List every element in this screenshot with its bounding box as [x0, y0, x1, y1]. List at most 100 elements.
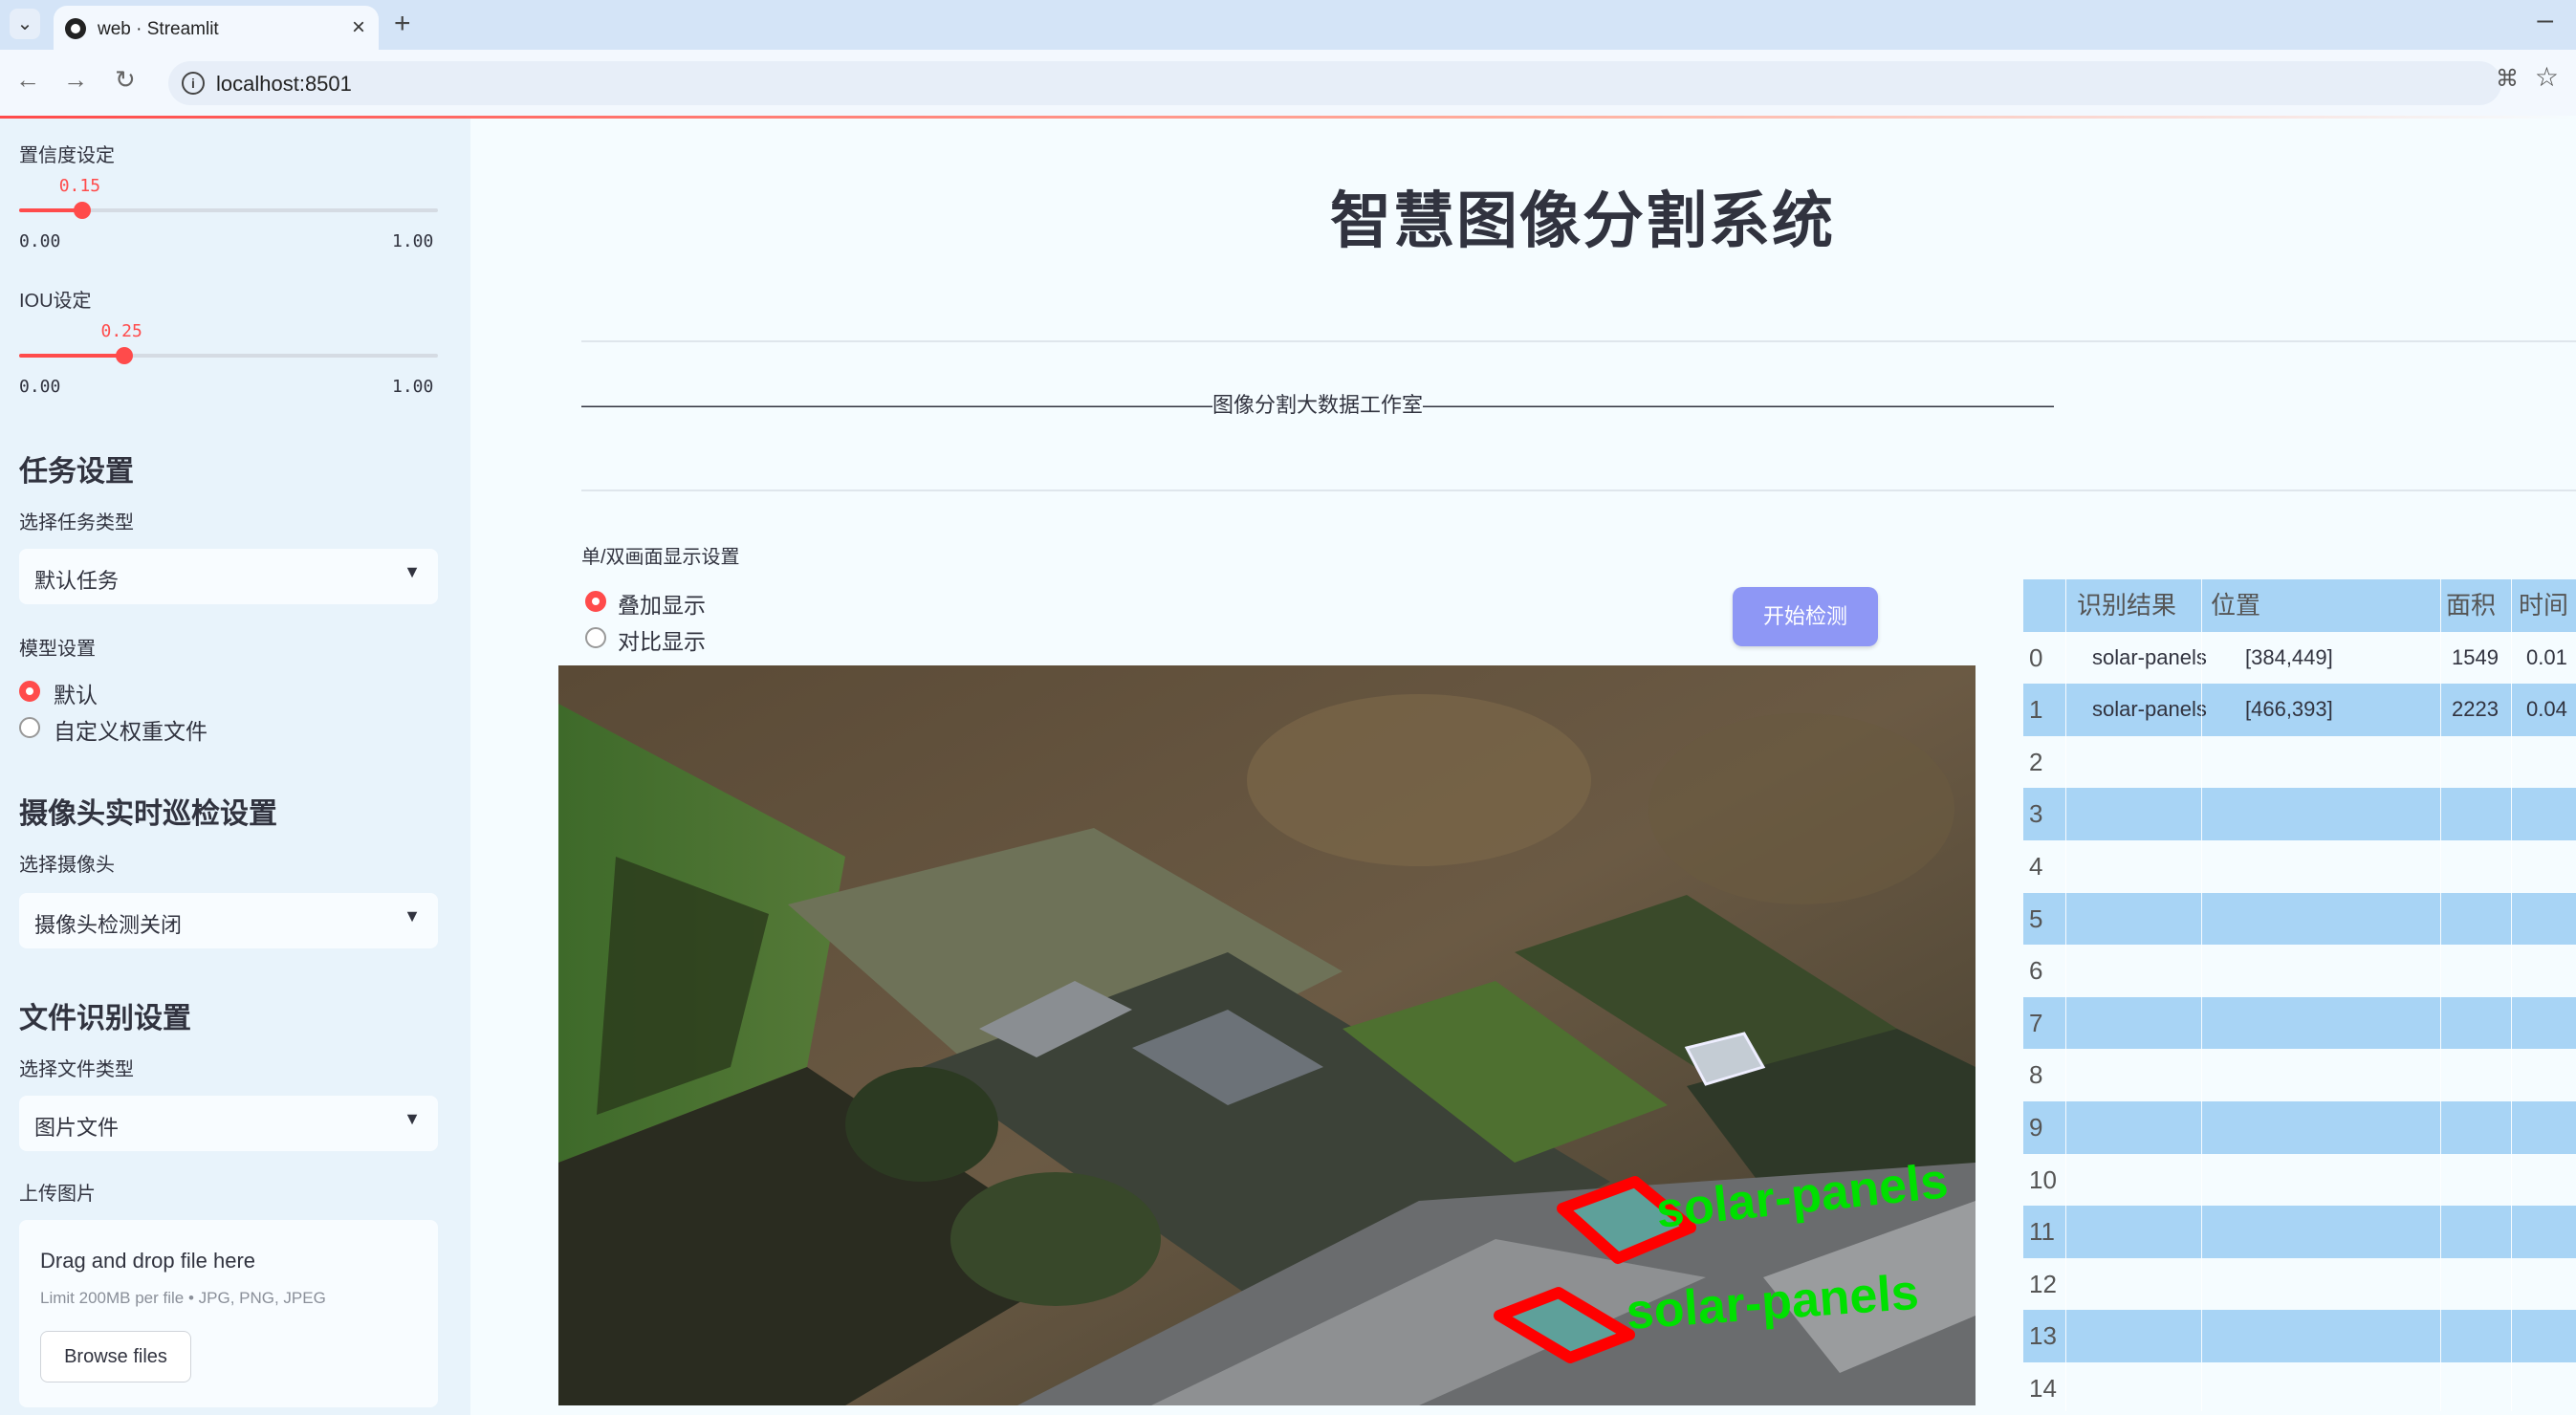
upload-limit: Limit 200MB per file • JPG, PNG, JPEG	[40, 1289, 326, 1307]
chevron-down-icon: ▼	[404, 1109, 421, 1128]
address-bar: ← → ↻ i localhost:8501 ⌘ ☆	[0, 50, 2576, 117]
file-type-select[interactable]: 图片文件 ▼	[19, 1096, 438, 1151]
file-type-value: 图片文件	[34, 1116, 120, 1140]
camera-heading: 摄像头实时巡检设置	[19, 798, 277, 830]
bookmark-star-icon[interactable]: ☆	[2535, 61, 2559, 93]
url-text[interactable]: localhost:8501	[216, 72, 352, 97]
row-index: 3	[2029, 799, 2043, 829]
cell-area: 1549	[2452, 644, 2499, 669]
table-row[interactable]: 13	[2023, 1310, 2576, 1362]
confidence-value: 0.15	[58, 176, 101, 196]
iou-value: 0.25	[100, 321, 142, 341]
results-table[interactable]: 识别结果 位置 面积 时间 0 solar-panels [384,449] 1549 0.01…	[2023, 579, 2576, 1411]
task-heading: 任务设置	[19, 456, 134, 488]
confidence-slider-thumb[interactable]	[73, 202, 91, 219]
tree	[1247, 694, 1591, 866]
confidence-slider[interactable]	[19, 202, 438, 219]
iou-slider-fill	[19, 354, 124, 358]
studio-banner: ——————————————————————————————图像分割大数据工作室…	[581, 393, 2055, 417]
display-option-compare[interactable]: 对比显示	[618, 623, 706, 656]
url-field[interactable]: i localhost:8501	[168, 61, 2501, 105]
confidence-label: 置信度设定	[19, 145, 115, 166]
new-tab-plus-icon[interactable]: +	[394, 8, 411, 40]
table-row[interactable]: 14	[2023, 1362, 2576, 1411]
confidence-max: 1.00	[392, 231, 434, 251]
iou-label: IOU设定	[19, 291, 92, 312]
tab-search-chevron-icon[interactable]: ⌄	[10, 9, 40, 39]
detection-result-image: solar-panels solar-panels	[558, 665, 1976, 1405]
browse-files-button[interactable]: Browse files	[40, 1331, 191, 1382]
column-divider	[2065, 579, 2066, 1411]
back-arrow-icon[interactable]: ←	[15, 65, 40, 95]
row-index: 5	[2029, 903, 2043, 933]
model-option-default[interactable]: 默认	[54, 677, 98, 709]
table-row[interactable]: 2	[2023, 735, 2576, 789]
task-type-label: 选择任务类型	[19, 512, 134, 533]
tree	[950, 1172, 1161, 1306]
table-row[interactable]: 12	[2023, 1257, 2576, 1311]
column-header[interactable]: 时间	[2519, 579, 2568, 632]
column-divider	[2511, 579, 2512, 1411]
row-index: 13	[2029, 1321, 2057, 1351]
table-row[interactable]: 4	[2023, 840, 2576, 893]
chevron-down-icon: ▼	[404, 906, 421, 925]
minimize-window-icon[interactable]: –	[2537, 4, 2553, 36]
tab-title: web · Streamlit	[98, 19, 219, 39]
column-divider	[2440, 579, 2441, 1411]
row-index: 11	[2029, 1217, 2055, 1247]
table-row[interactable]: 3	[2023, 788, 2576, 840]
row-index: 1	[2029, 695, 2043, 725]
table-row[interactable]: 7	[2023, 996, 2576, 1050]
display-radio-compare[interactable]	[585, 627, 606, 648]
page-title: 智慧图像分割系统	[1330, 186, 1835, 255]
table-row[interactable]: 9	[2023, 1101, 2576, 1154]
row-index: 4	[2029, 852, 2043, 881]
row-index: 9	[2029, 1113, 2043, 1142]
browser-tab-bar: ⌄ web · Streamlit × + –	[0, 0, 2576, 50]
reload-icon[interactable]: ↻	[115, 65, 136, 95]
table-row[interactable]: 1 solar-panels [466,393] 2223 0.04	[2023, 684, 2576, 736]
camera-select[interactable]: 摄像头检测关闭 ▼	[19, 893, 438, 948]
table-row[interactable]: 8	[2023, 1049, 2576, 1101]
table-row[interactable]: 0 solar-panels [384,449] 1549 0.01	[2023, 631, 2576, 685]
row-index: 10	[2029, 1165, 2057, 1194]
column-header[interactable]: 面积	[2446, 579, 2496, 632]
row-index: 8	[2029, 1060, 2043, 1090]
row-index: 12	[2029, 1269, 2057, 1298]
translate-icon[interactable]: ⌘	[2496, 65, 2519, 93]
column-header[interactable]: 识别结果	[2077, 579, 2176, 632]
table-row[interactable]: 6	[2023, 945, 2576, 997]
divider	[581, 490, 2576, 491]
model-option-custom[interactable]: 自定义权重文件	[54, 713, 207, 746]
model-label: 模型设置	[19, 639, 96, 660]
cell-time: 0.01	[2526, 644, 2567, 669]
site-info-icon[interactable]: i	[182, 72, 205, 95]
column-header[interactable]: 位置	[2211, 579, 2260, 632]
chevron-down-icon: ▼	[404, 562, 421, 581]
task-type-value: 默认任务	[34, 569, 120, 593]
iou-slider[interactable]	[19, 347, 438, 364]
forward-arrow-icon[interactable]: →	[63, 65, 88, 95]
camera-label: 选择摄像头	[19, 855, 115, 876]
table-row[interactable]: 5	[2023, 892, 2576, 946]
task-type-select[interactable]: 默认任务 ▼	[19, 549, 438, 604]
cell-result: solar-panels	[2092, 697, 2207, 722]
start-detection-button[interactable]: 开始检测	[1733, 587, 1878, 646]
display-radio-overlay[interactable]	[585, 591, 606, 612]
close-icon[interactable]: ×	[352, 14, 365, 41]
confidence-min: 0.00	[19, 231, 61, 251]
file-uploader-dropzone[interactable]: Drag and drop file here Limit 200MB per …	[19, 1220, 438, 1407]
cell-time: 0.04	[2526, 697, 2567, 722]
tree	[845, 1067, 998, 1182]
model-radio-default[interactable]	[19, 681, 40, 702]
cell-position: [384,449]	[2245, 644, 2333, 669]
row-index: 6	[2029, 956, 2043, 986]
model-radio-custom[interactable]	[19, 717, 40, 738]
table-row[interactable]: 11	[2023, 1206, 2576, 1258]
table-row[interactable]: 10	[2023, 1153, 2576, 1207]
display-option-overlay[interactable]: 叠加显示	[618, 587, 706, 620]
iou-slider-thumb[interactable]	[115, 347, 133, 364]
browser-tab[interactable]: web · Streamlit ×	[54, 6, 379, 50]
file-type-label: 选择文件类型	[19, 1059, 134, 1080]
row-index: 7	[2029, 1008, 2043, 1037]
